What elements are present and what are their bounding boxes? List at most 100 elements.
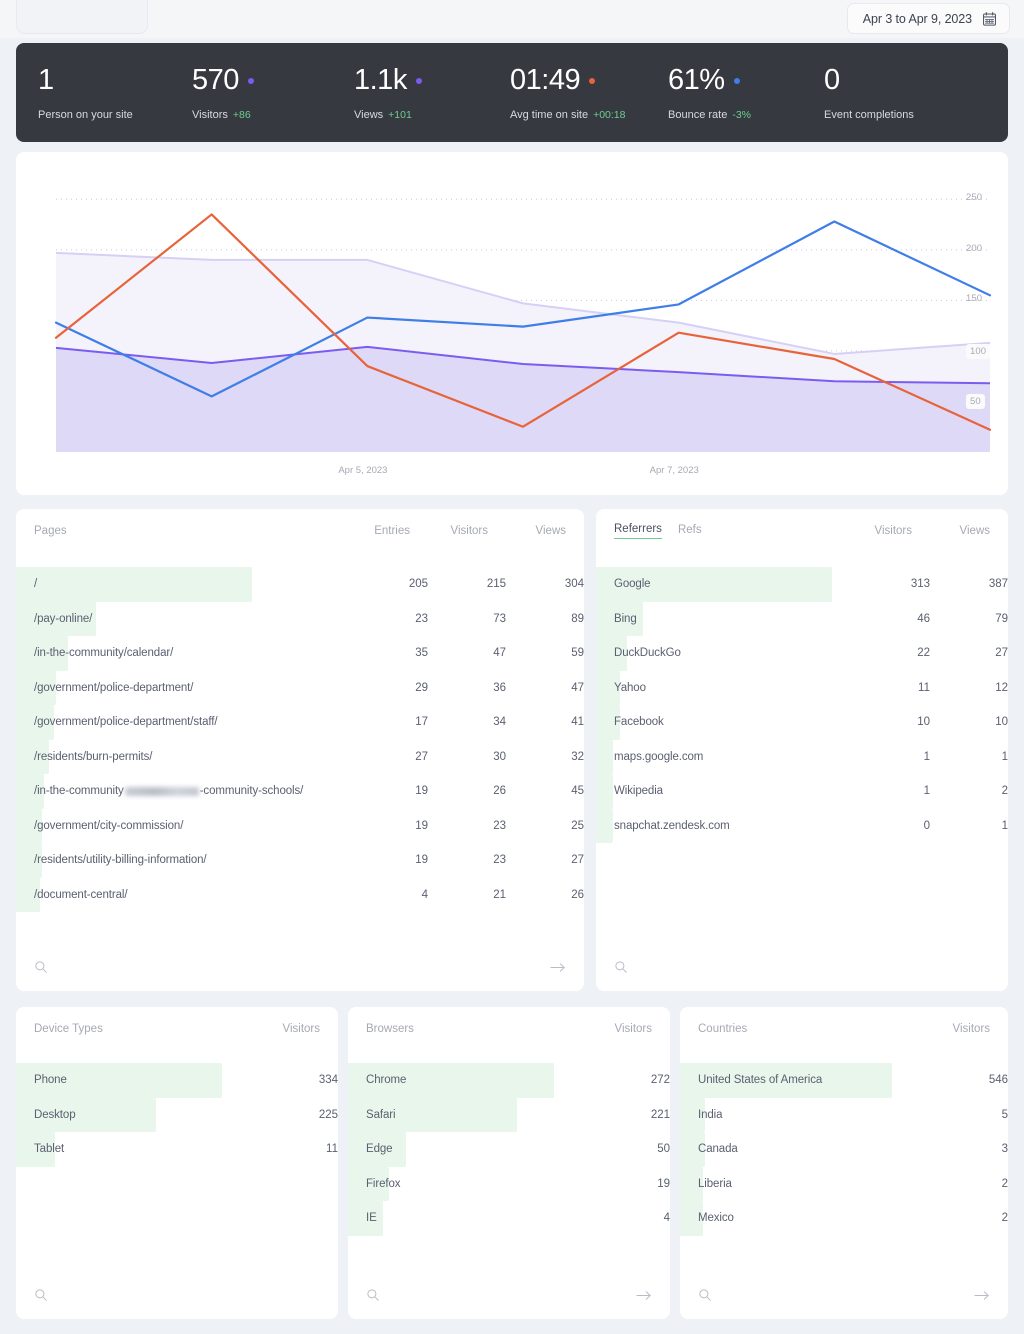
row-value-views: 32 — [506, 751, 584, 763]
row-value-views: 27 — [930, 647, 1008, 659]
row-value-visitors: 334 — [260, 1074, 338, 1086]
arrow-right-icon[interactable] — [550, 962, 566, 973]
row-label: Bing — [596, 613, 637, 625]
stat-delta: +00:18 — [593, 109, 625, 121]
top-bar: Apr 3 to Apr 9, 2023 — [0, 0, 1024, 38]
table-row[interactable]: DuckDuckGo2227 — [596, 636, 1008, 671]
calendar-icon — [983, 12, 996, 26]
device-types-panel-header: Device Types Visitors — [16, 1007, 338, 1051]
stat-value: 61% — [668, 66, 725, 95]
table-row[interactable]: /government/police-department/293647 — [16, 671, 584, 706]
tab-referrers[interactable]: Referrers — [614, 523, 662, 539]
row-label: /residents/burn-permits/ — [16, 751, 152, 763]
referrers-row-list: Google313387Bing4679DuckDuckGo2227Yahoo1… — [596, 567, 1008, 843]
table-row[interactable]: United States of America546 — [680, 1063, 1008, 1098]
table-row[interactable]: /residents/utility-billing-information/1… — [16, 843, 584, 878]
stat-value: 01:49 — [510, 66, 580, 95]
y-axis-tick-250: 250 — [966, 192, 982, 203]
row-values: 2 — [930, 1178, 1008, 1190]
row-value-entries: 4 — [310, 889, 428, 901]
column-header-visitors[interactable]: Visitors — [574, 1023, 652, 1035]
table-row[interactable]: Desktop225 — [16, 1098, 338, 1133]
table-row[interactable]: Edge50 — [348, 1132, 670, 1167]
column-header-visitors[interactable]: Visitors — [410, 525, 488, 537]
column-header-visitors[interactable]: Visitors — [242, 1023, 320, 1035]
column-header-visitors[interactable]: Visitors — [834, 525, 912, 537]
row-values: 293647 — [310, 682, 584, 694]
table-row[interactable]: /pay-online/237389 — [16, 602, 584, 637]
table-row[interactable]: /residents/burn-permits/273032 — [16, 740, 584, 775]
search-icon[interactable] — [614, 960, 628, 974]
row-value-visitors: 10 — [852, 716, 930, 728]
stat-series-dot-icon — [589, 78, 595, 84]
row-value-visitors: 46 — [852, 613, 930, 625]
table-row[interactable]: /government/police-department/staff/1734… — [16, 705, 584, 740]
stat-avg-time-on-site: 01:49Avg time on site+00:18 — [510, 66, 625, 121]
column-header-views[interactable]: Views — [912, 525, 990, 537]
table-row[interactable]: Safari221 — [348, 1098, 670, 1133]
row-label: Firefox — [348, 1178, 400, 1190]
table-row[interactable]: Google313387 — [596, 567, 1008, 602]
row-value-visitors: 19 — [592, 1178, 670, 1190]
column-header-visitors[interactable]: Visitors — [912, 1023, 990, 1035]
table-row[interactable]: /205215304 — [16, 567, 584, 602]
date-range-picker[interactable]: Apr 3 to Apr 9, 2023 — [847, 3, 1010, 34]
tab-refs[interactable]: Refs — [678, 524, 702, 539]
search-icon[interactable] — [34, 1288, 48, 1302]
search-icon[interactable] — [366, 1288, 380, 1302]
table-row[interactable]: Mexico2 — [680, 1201, 1008, 1236]
row-label: snapchat.zendesk.com — [596, 820, 730, 832]
row-value-visitors: 1 — [852, 785, 930, 797]
stat-person-on-your-site: 1Person on your site — [38, 66, 133, 121]
table-row[interactable]: snapchat.zendesk.com01 — [596, 809, 1008, 844]
row-value-entries: 19 — [310, 854, 428, 866]
row-value-entries: 35 — [310, 647, 428, 659]
column-header-entries[interactable]: Entries — [292, 525, 410, 537]
table-row[interactable]: Canada3 — [680, 1132, 1008, 1167]
pages-panel: Pages Entries Visitors Views /205215304/… — [16, 509, 584, 991]
row-value-visitors: 272 — [592, 1074, 670, 1086]
device-types-panel-footer — [16, 1271, 338, 1319]
search-icon[interactable] — [34, 960, 48, 974]
row-values: 192645 — [310, 785, 584, 797]
table-row[interactable]: /in-the-community-community-schools/1926… — [16, 774, 584, 809]
stat-bounce-rate: 61%Bounce rate-3% — [668, 66, 751, 121]
table-row[interactable]: Firefox 19 — [348, 1167, 670, 1202]
table-row[interactable]: Facebook1010 — [596, 705, 1008, 740]
table-row[interactable]: /in-the-community/calendar/354759 — [16, 636, 584, 671]
row-value-entries: 23 — [310, 613, 428, 625]
arrow-right-icon[interactable] — [636, 1290, 652, 1301]
table-row[interactable]: Tablet11 — [16, 1132, 338, 1167]
table-row[interactable]: India5 — [680, 1098, 1008, 1133]
table-row[interactable]: Bing4679 — [596, 602, 1008, 637]
row-value-visitors: 34 — [428, 716, 506, 728]
table-row[interactable]: Phone334 — [16, 1063, 338, 1098]
arrow-right-icon[interactable] — [974, 1290, 990, 1301]
column-header-views[interactable]: Views — [488, 525, 566, 537]
table-row[interactable]: Yahoo1112 — [596, 671, 1008, 706]
table-row[interactable]: IE4 — [348, 1201, 670, 1236]
table-row[interactable]: Chrome272 — [348, 1063, 670, 1098]
search-icon[interactable] — [698, 1288, 712, 1302]
row-values: 1112 — [852, 682, 1008, 694]
row-label: /in-the-community-community-schools/ — [16, 785, 303, 797]
row-value-views: 27 — [506, 854, 584, 866]
row-value-views: 10 — [930, 716, 1008, 728]
row-label: Tablet — [16, 1143, 64, 1155]
table-row[interactable]: Wikipedia12 — [596, 774, 1008, 809]
row-label: Desktop — [16, 1109, 76, 1121]
row-values: 205215304 — [310, 578, 584, 590]
stat-visitors: 570Visitors+86 — [192, 66, 254, 121]
table-row[interactable]: maps.google.com11 — [596, 740, 1008, 775]
row-label: Google — [596, 578, 650, 590]
stat-delta: +101 — [388, 109, 412, 121]
row-label: /document-central/ — [16, 889, 127, 901]
row-value-visitors: 3 — [930, 1143, 1008, 1155]
table-row[interactable]: Liberia2 — [680, 1167, 1008, 1202]
row-values: 11 — [852, 751, 1008, 763]
table-row[interactable]: /government/city-commission/192325 — [16, 809, 584, 844]
stat-value: 1 — [38, 66, 54, 95]
table-row[interactable]: /document-central/42126 — [16, 878, 584, 913]
row-value-bar — [16, 567, 252, 602]
device-types-row-list: Phone334Desktop225Tablet11 — [16, 1063, 338, 1167]
